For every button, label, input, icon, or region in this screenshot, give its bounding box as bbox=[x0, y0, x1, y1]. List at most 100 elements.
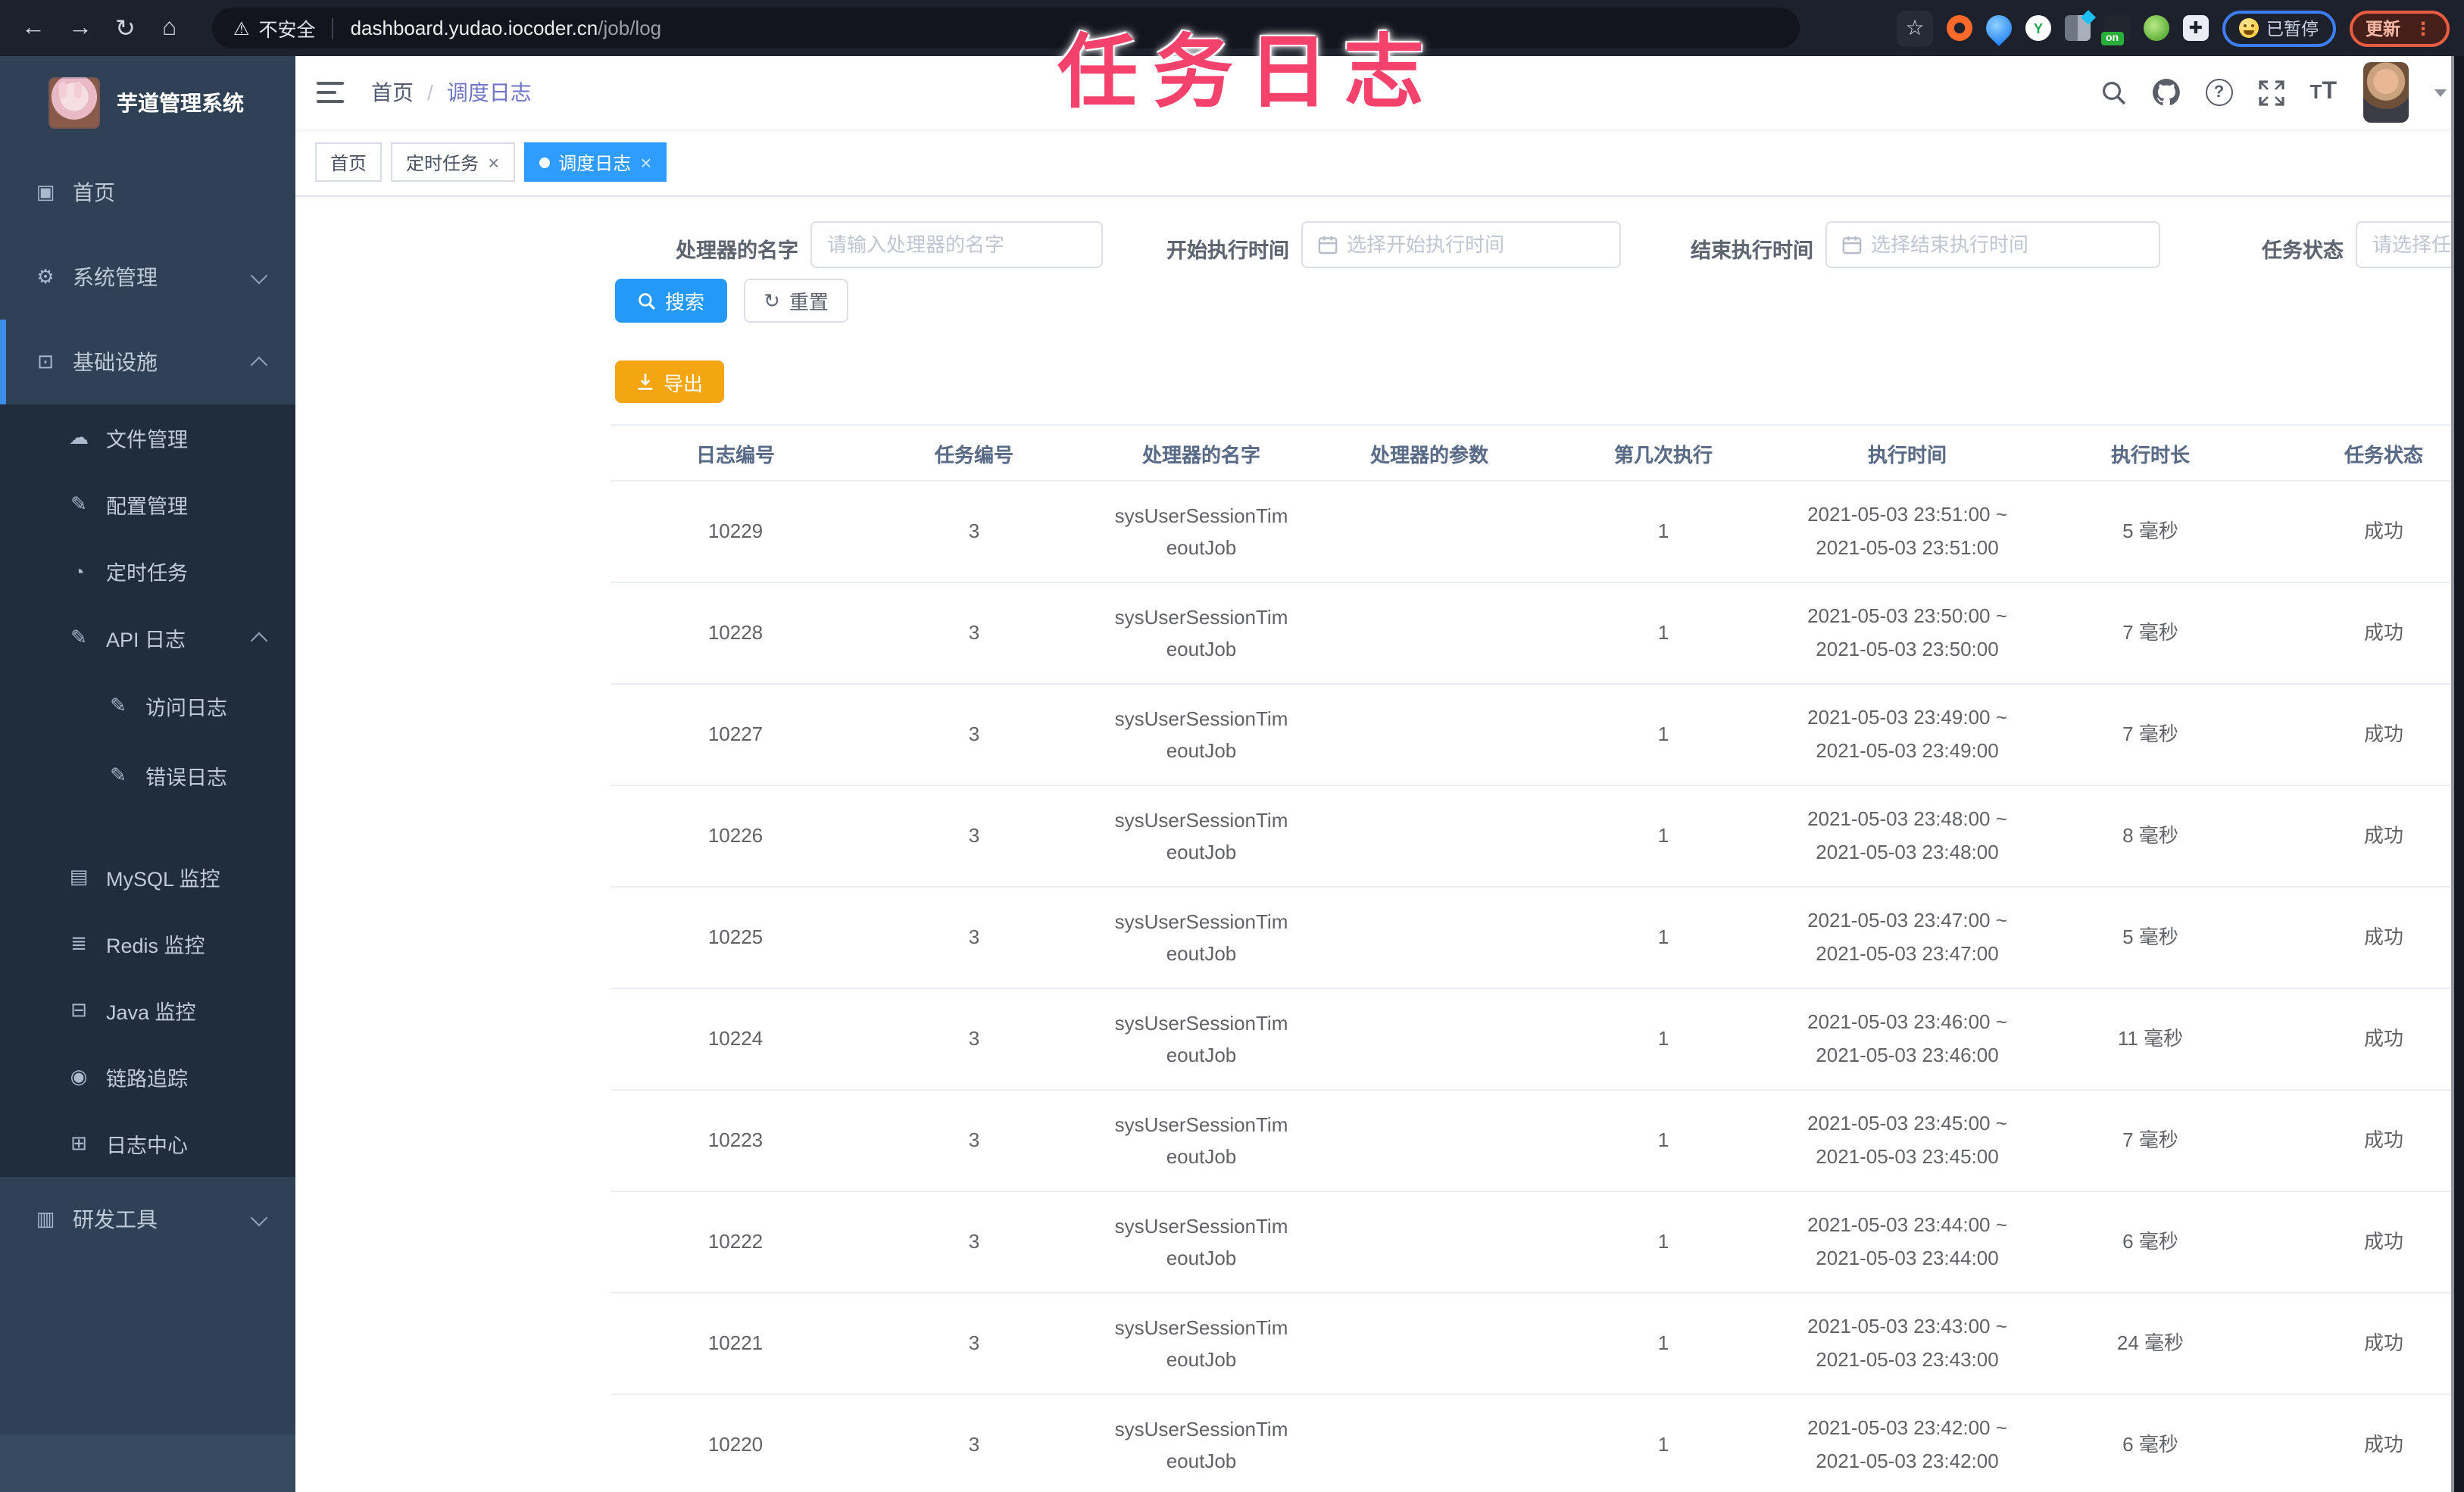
status-cell: 成功 bbox=[2269, 1191, 2464, 1294]
handler-name-cell: sysUserSessionTimeoutJob bbox=[1088, 785, 1315, 888]
job-id-cell: 3 bbox=[860, 1394, 1088, 1492]
browser-reload-icon[interactable]: ↻ bbox=[115, 0, 136, 56]
tag-1[interactable]: 首页 bbox=[315, 142, 383, 182]
sidebar-item-access-log[interactable]: ✎ 访问日志 bbox=[0, 671, 295, 741]
sidebar-item-log-center[interactable]: ⊞ 日志中心 bbox=[0, 1110, 295, 1177]
filter-input-1[interactable] bbox=[812, 233, 1101, 256]
filter-input-3[interactable] bbox=[1862, 233, 2159, 256]
search-icon[interactable] bbox=[2101, 80, 2127, 105]
sidebar-item-java[interactable]: ⊟ Java 监控 bbox=[0, 977, 295, 1044]
sidebar-item-label: 基础设施 bbox=[73, 350, 158, 374]
date-picker-input-2[interactable] bbox=[1301, 221, 1621, 268]
extension-on-icon[interactable]: on bbox=[2101, 15, 2130, 45]
font-size-icon[interactable]: TT bbox=[2310, 79, 2337, 106]
github-icon[interactable] bbox=[2152, 79, 2180, 106]
notebook-icon: ⊞ bbox=[70, 1131, 87, 1154]
extensions-puzzle-icon[interactable]: ✚ bbox=[2183, 15, 2209, 41]
sidebar-item-dev-tools[interactable]: ▥ 研发工具 bbox=[0, 1177, 295, 1262]
sidebar-item-mysql[interactable]: ▤ MySQL 监控 bbox=[0, 844, 295, 910]
tag-label: 定时任务 bbox=[406, 152, 479, 173]
user-avatar[interactable] bbox=[2363, 62, 2408, 123]
handler-param-cell bbox=[1315, 988, 1544, 1091]
duration-cell: 7 毫秒 bbox=[2031, 684, 2269, 786]
table-row: 10227 3 sysUserSessionTimeoutJob 1 2021-05-0… bbox=[611, 684, 2464, 786]
emoji-icon bbox=[2239, 18, 2259, 38]
breadcrumb-home[interactable]: 首页 bbox=[371, 77, 414, 108]
handler-name-cell: sysUserSessionTimeoutJob bbox=[1088, 1090, 1315, 1192]
sidebar-item-redis[interactable]: ≣ Redis 监控 bbox=[0, 910, 295, 977]
fullscreen-icon[interactable] bbox=[2258, 80, 2284, 105]
sidebar-submenu: ☁ 文件管理 ✎ 配置管理 ◔ 定时任务 ✎ API 日志 ✎ 访问日志 ✎ 错误日志 ▤ MySQL 监… bbox=[0, 404, 295, 1177]
export-button[interactable]: 导出 bbox=[615, 361, 724, 403]
address-divider bbox=[332, 17, 334, 39]
app-logo-row[interactable]: 芋道管理系统 bbox=[0, 56, 295, 150]
gear-icon: ⚙ bbox=[36, 265, 55, 288]
tag-2[interactable]: 定时任务 × bbox=[391, 142, 515, 182]
handler-name-cell: sysUserSessionTimeoutJob bbox=[1088, 582, 1315, 685]
sidebar-item-infra[interactable]: ⊡ 基础设施 bbox=[0, 320, 295, 404]
java-monitor-icon: ⊟ bbox=[70, 998, 87, 1021]
sidebar-item-api-log[interactable]: ✎ API 日志 bbox=[0, 604, 295, 671]
extension-grid-icon[interactable] bbox=[2065, 10, 2096, 41]
exec-index-cell: 1 bbox=[1544, 785, 1783, 888]
date-picker-input-3[interactable] bbox=[1825, 221, 2160, 268]
job-id-cell: 3 bbox=[860, 1090, 1088, 1192]
sidebar-item-system[interactable]: ⚙ 系统管理 bbox=[0, 235, 295, 320]
sidebar-item-job[interactable]: ◔ 定时任务 bbox=[0, 538, 295, 604]
log-id-cell: 10223 bbox=[611, 1090, 860, 1192]
address-bar[interactable]: ⚠ 不安全 dashboard.yudao.iocoder.cn /job/lo… bbox=[212, 8, 1800, 48]
bookmark-star-icon[interactable]: ☆ bbox=[1897, 10, 1933, 46]
url-path: /job/log bbox=[598, 17, 662, 39]
paused-badge[interactable]: 已暂停 bbox=[2222, 10, 2335, 46]
browser-forward-icon[interactable]: → bbox=[68, 0, 92, 56]
status-cell: 成功 bbox=[2269, 887, 2464, 989]
job-status-select[interactable] bbox=[2356, 221, 2464, 268]
job-id-cell: 3 bbox=[860, 1293, 1088, 1395]
tag-close-icon[interactable]: × bbox=[640, 152, 651, 172]
help-icon[interactable]: ? bbox=[2205, 79, 2233, 106]
duration-cell: 6 毫秒 bbox=[2031, 1394, 2269, 1492]
extension-y-icon[interactable]: Y bbox=[2025, 15, 2051, 41]
user-menu-caret-icon[interactable] bbox=[2434, 89, 2446, 96]
sidebar-item-file[interactable]: ☁ 文件管理 bbox=[0, 404, 295, 471]
sidebar-item-config[interactable]: ✎ 配置管理 bbox=[0, 471, 295, 538]
column-header: 第几次执行 bbox=[1544, 424, 1783, 482]
sidebar-item-trace[interactable]: ◉ 链路追踪 bbox=[0, 1044, 295, 1110]
status-cell: 成功 bbox=[2269, 785, 2464, 888]
handler-param-cell bbox=[1315, 785, 1544, 888]
sidebar-item-error-log[interactable]: ✎ 错误日志 bbox=[0, 741, 295, 810]
timer-icon: ◔ bbox=[73, 560, 85, 582]
job-id-cell: 3 bbox=[860, 988, 1088, 1091]
sidebar-item-label: 定时任务 bbox=[106, 562, 188, 585]
chevron-down-icon bbox=[250, 266, 268, 284]
duration-cell: 8 毫秒 bbox=[2031, 785, 2269, 888]
job-id-cell: 3 bbox=[860, 481, 1088, 583]
extension-leaf-icon[interactable] bbox=[2144, 15, 2169, 41]
handler-name-input[interactable] bbox=[810, 221, 1103, 268]
tag-3[interactable]: 调度日志 × bbox=[523, 142, 667, 182]
browser-menu-icon[interactable]: ⋮ bbox=[2414, 17, 2432, 39]
reset-button[interactable]: ↻ 重置 bbox=[744, 279, 848, 323]
tag-close-icon[interactable]: × bbox=[488, 152, 499, 172]
extension-orange-icon[interactable] bbox=[1947, 15, 1972, 41]
filter-input-4[interactable] bbox=[2357, 233, 2464, 256]
eye-icon: ◉ bbox=[70, 1065, 88, 1088]
hamburger-icon[interactable] bbox=[317, 82, 344, 103]
window-scrollbar[interactable] bbox=[2450, 56, 2464, 1492]
handler-param-cell bbox=[1315, 1090, 1544, 1192]
search-button[interactable]: 搜索 bbox=[615, 279, 727, 323]
chart-icon: ▤ bbox=[69, 865, 89, 888]
handler-param-cell bbox=[1315, 582, 1544, 685]
browser-home-icon[interactable]: ⌂ bbox=[162, 0, 176, 56]
sidebar-item-home[interactable]: ▣ 首页 bbox=[0, 150, 295, 235]
browser-back-icon[interactable]: ← bbox=[21, 0, 45, 56]
handler-name-cell: sysUserSessionTimeoutJob bbox=[1088, 1394, 1315, 1492]
table-row: 10225 3 sysUserSessionTimeoutJob 1 2021-05-0… bbox=[611, 887, 2464, 989]
filter-input-2[interactable] bbox=[1338, 233, 1619, 256]
sidebar-item-label: Java 监控 bbox=[106, 1001, 196, 1024]
log-id-cell: 10227 bbox=[611, 684, 860, 786]
update-button[interactable]: 更新 ⋮ bbox=[2349, 10, 2449, 46]
extension-location-icon[interactable] bbox=[1980, 9, 2018, 47]
calendar-icon bbox=[1318, 235, 1338, 254]
sidebar-item-label: 错误日志 bbox=[145, 766, 227, 789]
